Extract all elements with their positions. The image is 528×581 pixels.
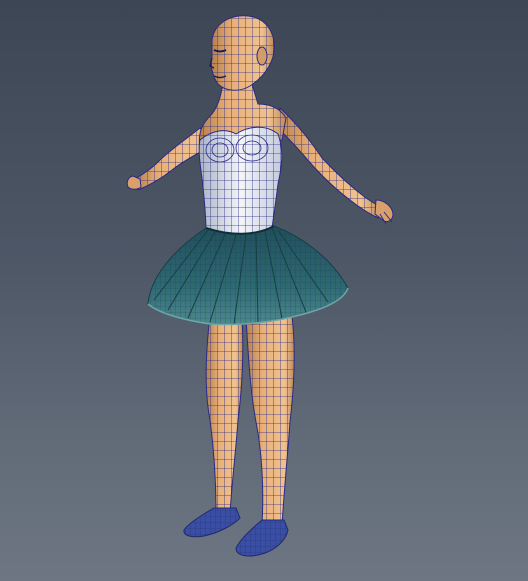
left-leg[interactable] [205,315,244,515]
right-leg[interactable] [245,315,295,527]
head[interactable] [209,15,275,91]
leotard[interactable] [198,126,283,236]
left-shoe[interactable] [183,507,241,538]
right-arm[interactable] [275,107,394,225]
tutu-skirt[interactable] [147,225,349,326]
scene [126,15,394,557]
right-shoe[interactable] [235,519,289,557]
3d-viewport[interactable] [0,0,528,581]
